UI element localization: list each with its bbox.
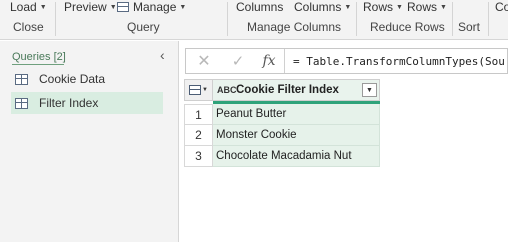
manage-button-label: Manage (133, 0, 177, 14)
query-item-label: Filter Index (39, 96, 99, 110)
queries-header[interactable]: Queries [2] (12, 51, 66, 63)
table-cell[interactable]: Peanut Butter (213, 104, 380, 125)
combine-button-label: Co (495, 0, 508, 14)
remove-rows-label: Rows (407, 0, 438, 14)
chevron-down-icon: ▼ (344, 3, 352, 11)
group-label-sort: Sort (458, 20, 481, 34)
chevron-down-icon: ▼ (179, 3, 187, 11)
row-number[interactable]: 3 (184, 146, 213, 167)
table-menu-button[interactable]: ▼ (184, 79, 213, 101)
load-button-label: Load (10, 0, 37, 14)
remove-rows-button[interactable]: Rows ▼ (407, 0, 447, 14)
text-type-icon[interactable]: ABC (217, 86, 237, 95)
formula-input[interactable]: = Table.TransformColumnTypes(Sou (285, 55, 505, 68)
cancel-icon[interactable]: ✕ (186, 51, 222, 71)
group-label-manage-columns: Manage Columns (247, 20, 342, 34)
table-icon (117, 2, 129, 12)
queries-pane: Queries [2] ‹ Cookie Data Filter Index (0, 41, 179, 242)
load-button[interactable]: Load ▼ (10, 0, 47, 14)
filter-dropdown-icon[interactable]: ▼ (362, 83, 377, 97)
chevron-down-icon: ▼ (440, 3, 447, 11)
combine-button[interactable]: Co (495, 0, 508, 14)
ribbon-separator (55, 2, 56, 36)
choose-columns-button[interactable]: Columns (236, 0, 283, 14)
check-icon[interactable]: ✓ (222, 52, 254, 70)
ribbon: Load ▼ Preview ▼ Manage ▼ Columns Columns ▼ … (0, 0, 508, 40)
column-header-cookie-filter-index[interactable]: ABC Cookie Filter Index ▼ (213, 79, 380, 101)
keep-rows-button[interactable]: Rows ▼ (363, 0, 403, 14)
collapse-pane-icon[interactable]: ‹ (160, 47, 165, 63)
fx-icon[interactable]: fx (254, 53, 284, 69)
chevron-down-icon: ▼ (109, 3, 117, 11)
keep-rows-label: Rows (363, 0, 394, 14)
query-item-label: Cookie Data (39, 72, 106, 86)
manage-button[interactable]: Manage ▼ (117, 0, 186, 14)
table-icon (15, 73, 28, 85)
row-number[interactable]: 1 (184, 104, 213, 125)
table-icon (15, 97, 28, 109)
row-number[interactable]: 2 (184, 125, 213, 146)
remove-columns-label: Columns (294, 0, 342, 14)
group-label-reduce-rows: Reduce Rows (370, 20, 445, 34)
chevron-down-icon: ▼ (396, 3, 403, 11)
query-item-cookie-data[interactable]: Cookie Data (11, 68, 163, 90)
ribbon-separator (356, 2, 357, 36)
choose-columns-label: Columns (236, 0, 284, 14)
ribbon-separator (488, 2, 489, 36)
queries-header-underline (12, 64, 64, 65)
group-label-query: Query (127, 20, 160, 34)
column-header-label: Cookie Filter Index (236, 84, 339, 96)
preview-button-label: Preview (64, 0, 107, 14)
table-icon (189, 85, 202, 95)
chevron-down-icon: ▼ (39, 3, 47, 11)
ribbon-separator (452, 2, 453, 36)
table-cell[interactable]: Monster Cookie (213, 125, 380, 146)
remove-columns-button[interactable]: Columns ▼ (294, 0, 351, 14)
table-cell[interactable]: Chocolate Macadamia Nut (213, 146, 380, 167)
group-label-close: Close (13, 20, 44, 34)
formula-bar: ✕ ✓ fx = Table.TransformColumnTypes(Sou (185, 48, 508, 74)
preview-button[interactable]: Preview ▼ (64, 0, 117, 14)
query-item-filter-index[interactable]: Filter Index (11, 92, 163, 114)
chevron-down-icon: ▼ (202, 87, 208, 93)
ribbon-separator (227, 2, 228, 36)
